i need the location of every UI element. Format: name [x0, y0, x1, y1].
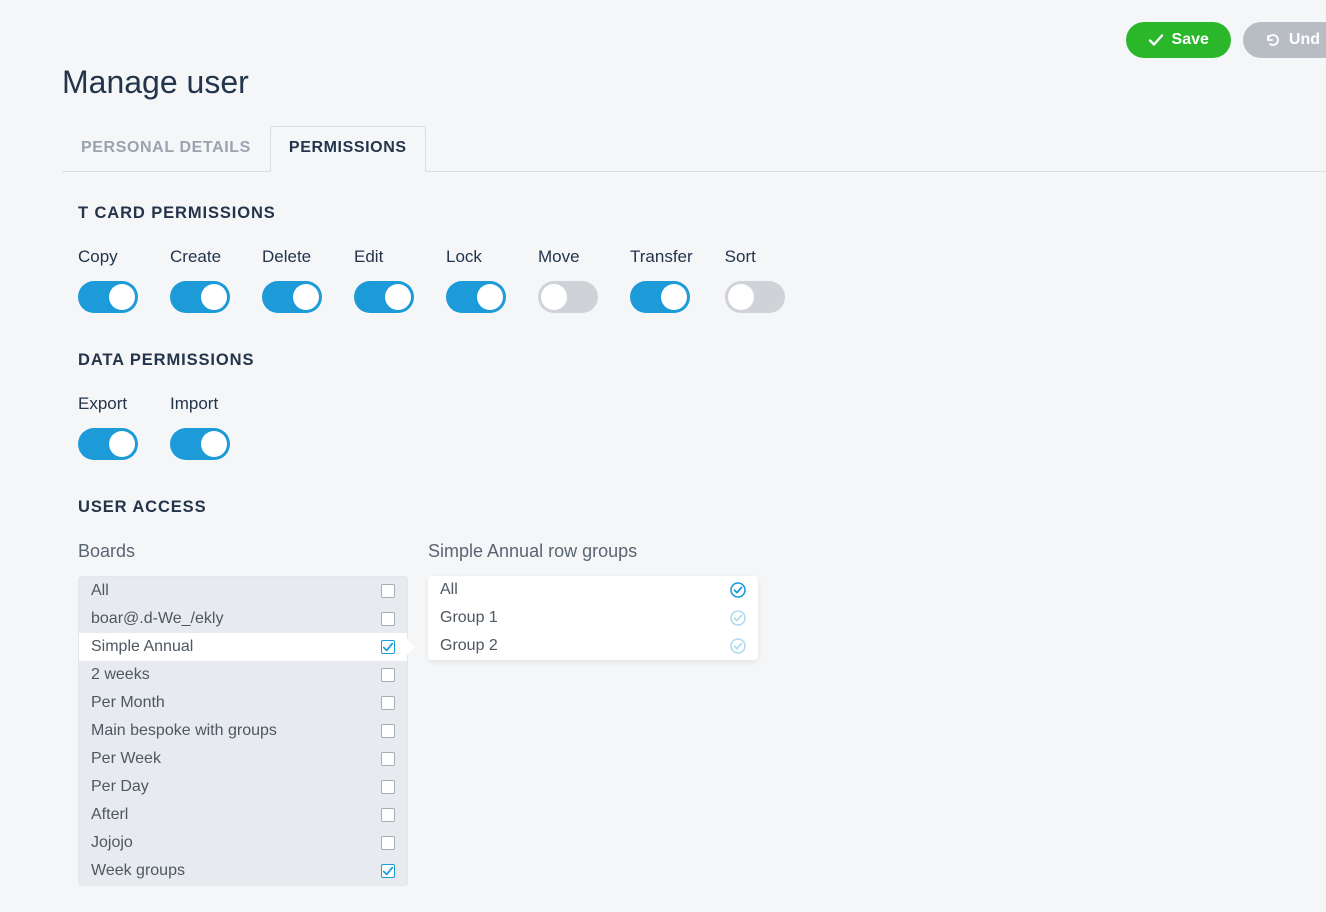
tcard-label-delete: Delete [262, 247, 322, 267]
board-row-main-bespoke-with-groups[interactable]: Main bespoke with groups [79, 717, 407, 745]
page-title: Manage user [62, 64, 249, 101]
row-groups-title: Simple Annual row groups [428, 541, 758, 562]
tcard-label-lock: Lock [446, 247, 506, 267]
tcard-toggle-create[interactable] [170, 281, 230, 313]
tcard-label-sort: Sort [725, 247, 785, 267]
board-label: Jojojo [91, 834, 133, 852]
board-label: boar@.d-We_/ekly [91, 610, 223, 628]
board-label: Per Month [91, 694, 165, 712]
board-row-simple-annual[interactable]: Simple Annual [79, 633, 407, 661]
group-checkbox-all[interactable] [730, 582, 746, 598]
section-title-data: DATA PERMISSIONS [78, 351, 1326, 370]
save-button-label: Save [1172, 31, 1209, 49]
row-groups-list: All Group 1 Group 2 [428, 576, 758, 660]
board-label: Simple Annual [91, 638, 193, 656]
board-row-2-weeks[interactable]: 2 weeks [79, 661, 407, 689]
group-row-group-1[interactable]: Group 1 [428, 604, 758, 632]
board-row-boar-d-we-ekly[interactable]: boar@.d-We_/ekly [79, 605, 407, 633]
boards-list: All boar@.d-We_/ekly Simple Annual 2 weeks P… [78, 576, 408, 886]
tcard-label-create: Create [170, 247, 230, 267]
group-label: Group 2 [440, 637, 498, 655]
tcard-toggle-delete[interactable] [262, 281, 322, 313]
group-label: All [440, 581, 458, 599]
tab-permissions[interactable]: PERMISSIONS [270, 126, 426, 172]
section-title-tcard: T CARD PERMISSIONS [78, 204, 1326, 223]
board-checkbox-per-day[interactable] [381, 780, 395, 794]
board-checkbox-jojojo[interactable] [381, 836, 395, 850]
board-checkbox-afterl[interactable] [381, 808, 395, 822]
board-row-all[interactable]: All [79, 577, 407, 605]
toggle-knob [201, 284, 227, 310]
board-row-per-month[interactable]: Per Month [79, 689, 407, 717]
board-label: Per Week [91, 750, 161, 768]
tabs: PERSONAL DETAILS PERMISSIONS [62, 126, 1326, 172]
tcard-toggle-edit[interactable] [354, 281, 414, 313]
board-label: Week groups [91, 862, 185, 880]
toggle-knob [661, 284, 687, 310]
group-row-group-2[interactable]: Group 2 [428, 632, 758, 660]
toggle-knob [201, 431, 227, 457]
toggle-knob [293, 284, 319, 310]
tcard-toggle-lock[interactable] [446, 281, 506, 313]
tcard-toggle-transfer[interactable] [630, 281, 690, 313]
group-row-all[interactable]: All [428, 576, 758, 604]
group-checkbox-group-1[interactable] [730, 610, 746, 626]
board-row-per-week[interactable]: Per Week [79, 745, 407, 773]
toggle-knob [385, 284, 411, 310]
tcard-label-edit: Edit [354, 247, 414, 267]
undo-button[interactable]: Und [1243, 22, 1326, 58]
undo-button-label: Und [1289, 31, 1320, 49]
board-checkbox-per-month[interactable] [381, 696, 395, 710]
toggle-knob [541, 284, 567, 310]
data-toggle-import[interactable] [170, 428, 230, 460]
data-label-export: Export [78, 394, 138, 414]
board-row-per-day[interactable]: Per Day [79, 773, 407, 801]
save-button[interactable]: Save [1126, 22, 1231, 58]
board-label: Main bespoke with groups [91, 722, 277, 740]
board-checkbox-boar-d-we-ekly[interactable] [381, 612, 395, 626]
tcard-label-transfer: Transfer [630, 247, 693, 267]
board-label: Per Day [91, 778, 149, 796]
tcard-label-move: Move [538, 247, 598, 267]
toggle-knob [728, 284, 754, 310]
board-label: All [91, 582, 109, 600]
boards-title: Boards [78, 541, 408, 562]
tcard-toggle-copy[interactable] [78, 281, 138, 313]
toggle-knob [109, 284, 135, 310]
board-checkbox-all[interactable] [381, 584, 395, 598]
board-row-week-groups[interactable]: Week groups [79, 857, 407, 885]
data-toggle-export[interactable] [78, 428, 138, 460]
toggle-knob [109, 431, 135, 457]
group-label: Group 1 [440, 609, 498, 627]
check-icon [1148, 32, 1164, 48]
group-checkbox-group-2[interactable] [730, 638, 746, 654]
board-checkbox-2-weeks[interactable] [381, 668, 395, 682]
board-checkbox-week-groups[interactable] [381, 864, 395, 878]
tcard-toggle-move[interactable] [538, 281, 598, 313]
board-label: 2 weeks [91, 666, 150, 684]
tcard-toggle-sort[interactable] [725, 281, 785, 313]
toggle-knob [477, 284, 503, 310]
board-checkbox-simple-annual[interactable] [381, 640, 395, 654]
section-title-access: USER ACCESS [78, 498, 1326, 517]
data-label-import: Import [170, 394, 230, 414]
board-checkbox-main-bespoke-with-groups[interactable] [381, 724, 395, 738]
board-row-afterl[interactable]: Afterl [79, 801, 407, 829]
tab-personal-details[interactable]: PERSONAL DETAILS [62, 126, 270, 171]
board-label: Afterl [91, 806, 128, 824]
board-row-jojojo[interactable]: Jojojo [79, 829, 407, 857]
tcard-label-copy: Copy [78, 247, 138, 267]
board-checkbox-per-week[interactable] [381, 752, 395, 766]
undo-icon [1265, 32, 1281, 48]
